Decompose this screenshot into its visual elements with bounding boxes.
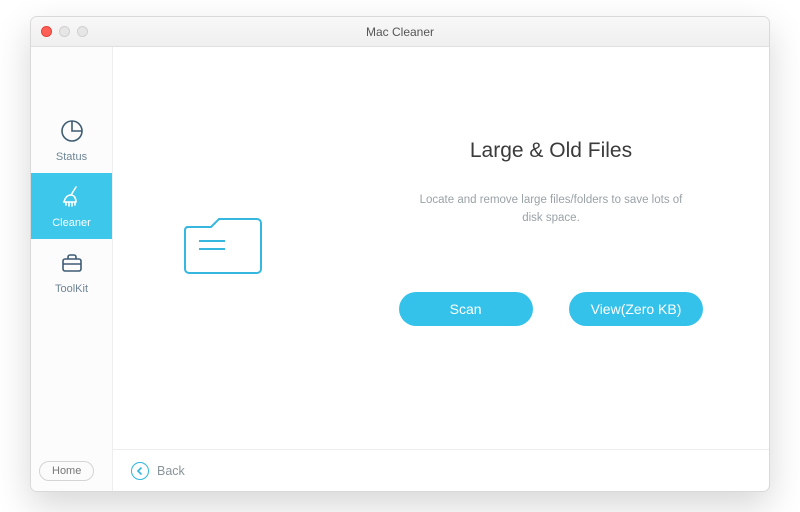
window-controls (41, 26, 88, 37)
folder-icon (181, 211, 265, 286)
view-button[interactable]: View(Zero KB) (569, 292, 704, 326)
titlebar: Mac Cleaner (31, 17, 769, 47)
sidebar-item-label: Cleaner (52, 217, 91, 229)
action-buttons: Scan View(Zero KB) (399, 292, 704, 326)
home-button[interactable]: Home (39, 461, 94, 481)
page-title: Large & Old Files (470, 139, 632, 163)
broom-icon (59, 184, 85, 213)
sidebar-item-toolkit[interactable]: ToolKit (31, 239, 112, 305)
pie-chart-icon (59, 118, 85, 147)
back-arrow-icon[interactable] (131, 462, 149, 480)
content-right: Large & Old Files Locate and remove larg… (333, 47, 769, 449)
sidebar-item-label: Status (56, 151, 87, 163)
content: Large & Old Files Locate and remove larg… (113, 47, 769, 449)
page-description: Locate and remove large files/folders to… (411, 191, 691, 228)
close-window-button[interactable] (41, 26, 52, 37)
sidebar-item-cleaner[interactable]: Cleaner (31, 173, 112, 239)
footer-bar: Back (113, 449, 769, 491)
illustration-area (113, 47, 333, 449)
app-window: Mac Cleaner Status (30, 16, 770, 492)
minimize-window-button[interactable] (59, 26, 70, 37)
window-title: Mac Cleaner (31, 25, 769, 39)
sidebar-item-label: ToolKit (55, 283, 88, 295)
home-button-label: Home (52, 465, 81, 477)
zoom-window-button[interactable] (77, 26, 88, 37)
back-button[interactable]: Back (157, 464, 185, 478)
window-body: Status Cleaner (31, 47, 769, 491)
sidebar-item-status[interactable]: Status (31, 107, 112, 173)
briefcase-icon (59, 250, 85, 279)
main-panel: Large & Old Files Locate and remove larg… (113, 47, 769, 491)
scan-button[interactable]: Scan (399, 292, 533, 326)
sidebar: Status Cleaner (31, 47, 113, 491)
